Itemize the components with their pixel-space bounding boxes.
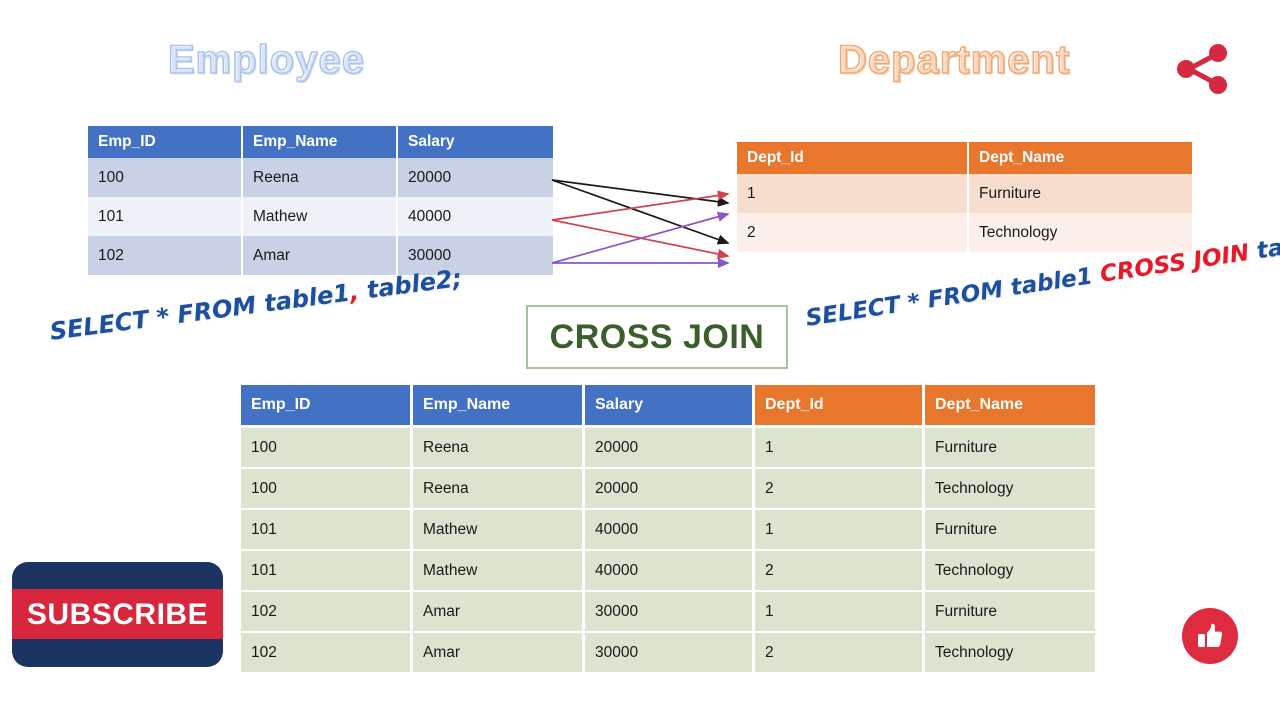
cell-emp-name: Amar: [413, 592, 585, 633]
sql-right-part2: table2;: [1255, 225, 1280, 265]
cell-dept-id: 2: [755, 633, 925, 672]
cell-salary: 20000: [398, 158, 553, 197]
cell-salary: 30000: [585, 592, 755, 633]
column-header-salary: Salary: [585, 385, 755, 425]
employee-table: Emp_ID Emp_Name Salary 100 Reena 20000 1…: [88, 126, 553, 275]
cell-emp-id: 102: [88, 236, 243, 275]
department-table: Dept_Id Dept_Name 1 Furniture 2 Technolo…: [737, 142, 1192, 252]
cell-emp-name: Amar: [243, 236, 398, 275]
table-row: 100 Reena 20000 1 Furniture: [241, 425, 1095, 469]
subscribe-label: SUBSCRIBE: [26, 597, 209, 631]
department-title: Department: [837, 37, 1071, 83]
table-row: 100 Reena 20000: [88, 158, 553, 197]
column-header-salary: Salary: [398, 126, 553, 158]
result-table: Emp_ID Emp_Name Salary Dept_Id Dept_Name…: [241, 385, 1095, 672]
cell-emp-name: Reena: [243, 158, 398, 197]
cell-emp-name: Mathew: [243, 197, 398, 236]
column-header-dept-name: Dept_Name: [969, 142, 1192, 174]
like-button[interactable]: [1182, 608, 1238, 664]
cell-emp-name: Amar: [413, 633, 585, 672]
cell-dept-id: 2: [755, 469, 925, 510]
column-header-dept-id: Dept_Id: [737, 142, 969, 174]
cell-salary: 20000: [585, 469, 755, 510]
table-row: 102 Amar 30000 1 Furniture: [241, 592, 1095, 633]
cell-dept-id: 1: [755, 425, 925, 469]
cross-join-label: CROSS JOIN: [549, 317, 765, 356]
subscribe-button[interactable]: SUBSCRIBE: [12, 562, 223, 667]
cell-emp-id: 101: [241, 510, 413, 551]
table-header-row: Emp_ID Emp_Name Salary: [88, 126, 553, 158]
column-header-dept-name: Dept_Name: [925, 385, 1095, 425]
table-row: 101 Mathew 40000 2 Technology: [241, 551, 1095, 592]
cell-salary: 20000: [585, 425, 755, 469]
cell-emp-id: 102: [241, 592, 413, 633]
cell-emp-id: 100: [88, 158, 243, 197]
cell-dept-name: Technology: [925, 469, 1095, 510]
sql-annotation-left: SELECT * FROM table1, table2;: [48, 264, 463, 346]
cell-dept-id: 2: [737, 213, 969, 252]
table-row: 102 Amar 30000 2 Technology: [241, 633, 1095, 672]
cell-emp-name: Reena: [413, 425, 585, 469]
table-row: 1 Furniture: [737, 174, 1192, 213]
table-row: 100 Reena 20000 2 Technology: [241, 469, 1095, 510]
cell-emp-id: 100: [241, 469, 413, 510]
share-icon-glyph: [1177, 44, 1227, 94]
sql-left-part1: SELECT * FROM table1: [48, 278, 352, 346]
arrow-black-1: [551, 179, 730, 207]
cell-salary: 40000: [585, 510, 755, 551]
cell-dept-id: 1: [737, 174, 969, 213]
employee-title: Employee: [167, 37, 365, 83]
arrow-purple-1: [551, 211, 730, 264]
cell-dept-id: 1: [755, 592, 925, 633]
join-connector-arrows: [551, 179, 730, 269]
column-header-emp-name: Emp_Name: [243, 126, 398, 158]
table-row: 101 Mathew 40000: [88, 197, 553, 236]
cell-dept-name: Technology: [925, 633, 1095, 672]
cell-dept-name: Furniture: [925, 510, 1095, 551]
table-header-row: Dept_Id Dept_Name: [737, 142, 1192, 174]
cell-emp-name: Mathew: [413, 551, 585, 592]
cell-dept-name: Technology: [925, 551, 1095, 592]
cell-dept-id: 2: [755, 551, 925, 592]
cell-salary: 40000: [398, 197, 553, 236]
cell-dept-id: 1: [755, 510, 925, 551]
arrow-black-2: [551, 179, 730, 245]
cell-dept-name: Technology: [969, 213, 1192, 252]
column-header-emp-id: Emp_ID: [241, 385, 413, 425]
cell-emp-name: Reena: [413, 469, 585, 510]
table-row: 2 Technology: [737, 213, 1192, 252]
cross-join-box: CROSS JOIN: [526, 305, 788, 369]
cell-emp-id: 101: [88, 197, 243, 236]
share-icon[interactable]: [1172, 40, 1234, 98]
cell-dept-name: Furniture: [925, 592, 1095, 633]
cell-emp-id: 101: [241, 551, 413, 592]
cell-emp-id: 102: [241, 633, 413, 672]
table-row: 102 Amar 30000: [88, 236, 553, 275]
arrow-red-1: [551, 190, 730, 221]
table-header-row: Emp_ID Emp_Name Salary Dept_Id Dept_Name: [241, 385, 1095, 425]
column-header-dept-id: Dept_Id: [755, 385, 925, 425]
thumbs-up-icon: [1198, 623, 1223, 647]
table-row: 101 Mathew 40000 1 Furniture: [241, 510, 1095, 551]
cell-emp-name: Mathew: [413, 510, 585, 551]
column-header-emp-name: Emp_Name: [413, 385, 585, 425]
cell-dept-name: Furniture: [969, 174, 1192, 213]
column-header-emp-id: Emp_ID: [88, 126, 243, 158]
cell-salary: 40000: [585, 551, 755, 592]
sql-right-part1: SELECT * FROM table1: [804, 262, 1103, 332]
cell-emp-id: 100: [241, 425, 413, 469]
cell-salary: 30000: [585, 633, 755, 672]
cell-dept-name: Furniture: [925, 425, 1095, 469]
